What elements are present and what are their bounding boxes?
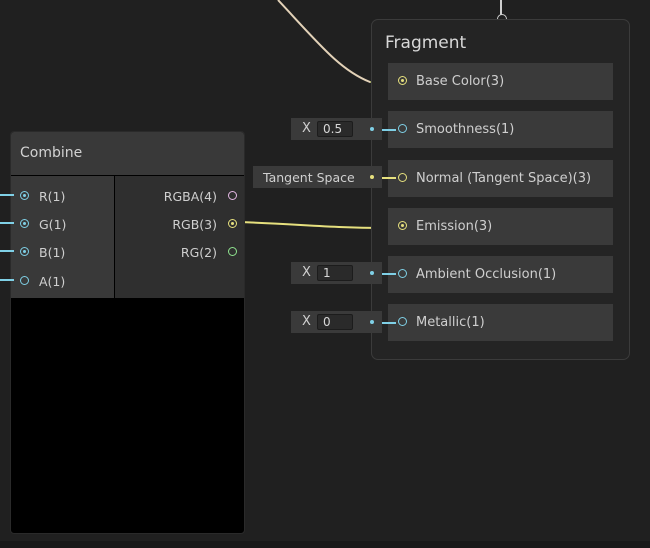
normal-connector <box>382 177 396 179</box>
wire-stub-r <box>0 194 14 196</box>
output-port-rgba[interactable] <box>228 191 237 200</box>
output-dot <box>370 271 374 275</box>
emission-port[interactable] <box>398 221 407 230</box>
metallic-input[interactable]: X 0 <box>291 311 382 333</box>
wire-rgb-to-emission <box>237 221 393 229</box>
input-label-g: G(1) <box>39 217 67 232</box>
wire-stub-a <box>0 279 14 281</box>
input-port-a[interactable] <box>20 276 29 285</box>
output-label-rgba: RGBA(4) <box>163 189 217 204</box>
ambient-occlusion-value-field[interactable]: 1 <box>317 265 353 281</box>
output-label-rg: RG(2) <box>180 245 217 260</box>
combine-node[interactable]: Combine R(1) G(1) B(1) A(1) RGBA(4) RGB(… <box>10 131 245 534</box>
output-port-rgb[interactable] <box>228 219 237 228</box>
slot-normal[interactable]: Normal (Tangent Space)(3) <box>388 160 613 197</box>
smoothness-value-field[interactable]: 0.5 <box>317 121 353 137</box>
combine-inputs: R(1) G(1) B(1) A(1) <box>11 176 114 298</box>
input-port-b[interactable] <box>20 247 29 256</box>
input-label-a: A(1) <box>39 274 66 289</box>
input-port-r[interactable] <box>20 191 29 200</box>
base-color-port[interactable] <box>398 76 407 85</box>
combine-outputs: RGBA(4) RGB(3) RG(2) <box>115 176 244 298</box>
output-dot <box>370 175 374 179</box>
slot-label: Base Color(3) <box>416 74 505 89</box>
input-port-g[interactable] <box>20 219 29 228</box>
slot-label: Emission(3) <box>416 219 493 234</box>
wire-stub-b <box>0 250 14 252</box>
output-label-rgb: RGB(3) <box>172 217 217 232</box>
fragment-title: Fragment <box>385 33 467 53</box>
output-dot <box>370 127 374 131</box>
combine-header[interactable]: Combine <box>11 132 244 175</box>
output-dot <box>370 320 374 324</box>
axis-label: X <box>302 314 311 329</box>
wire-stub-g <box>0 222 14 224</box>
axis-label: X <box>302 121 311 136</box>
metallic-port[interactable] <box>398 317 407 326</box>
input-label-b: B(1) <box>39 245 66 260</box>
normal-space-label: Tangent Space <box>263 170 355 185</box>
slot-ambient-occlusion[interactable]: Ambient Occlusion(1) <box>388 256 613 293</box>
normal-port[interactable] <box>398 173 407 182</box>
ambient-occlusion-input[interactable]: X 1 <box>291 262 382 284</box>
slot-label: Ambient Occlusion(1) <box>416 267 557 282</box>
smoothness-input[interactable]: X 0.5 <box>291 118 382 140</box>
metallic-connector <box>382 322 396 324</box>
bottom-bar <box>0 541 650 548</box>
slot-metallic[interactable]: Metallic(1) <box>388 304 613 341</box>
ambient-occlusion-connector <box>382 273 396 275</box>
slot-label: Normal (Tangent Space)(3) <box>416 171 592 186</box>
slot-label: Metallic(1) <box>416 315 485 330</box>
axis-label: X <box>302 265 311 280</box>
combine-title: Combine <box>20 145 83 161</box>
output-port-rg[interactable] <box>228 247 237 256</box>
normal-space-dropdown[interactable]: Tangent Space <box>253 166 382 188</box>
slot-label: Smoothness(1) <box>416 122 515 137</box>
slot-smoothness[interactable]: Smoothness(1) <box>388 111 613 148</box>
ambient-occlusion-port[interactable] <box>398 269 407 278</box>
slot-emission[interactable]: Emission(3) <box>388 208 613 245</box>
smoothness-connector <box>382 129 396 131</box>
input-label-r: R(1) <box>39 189 66 204</box>
slot-base-color[interactable]: Base Color(3) <box>388 63 613 100</box>
metallic-value-field[interactable]: 0 <box>317 314 353 330</box>
smoothness-port[interactable] <box>398 124 407 133</box>
